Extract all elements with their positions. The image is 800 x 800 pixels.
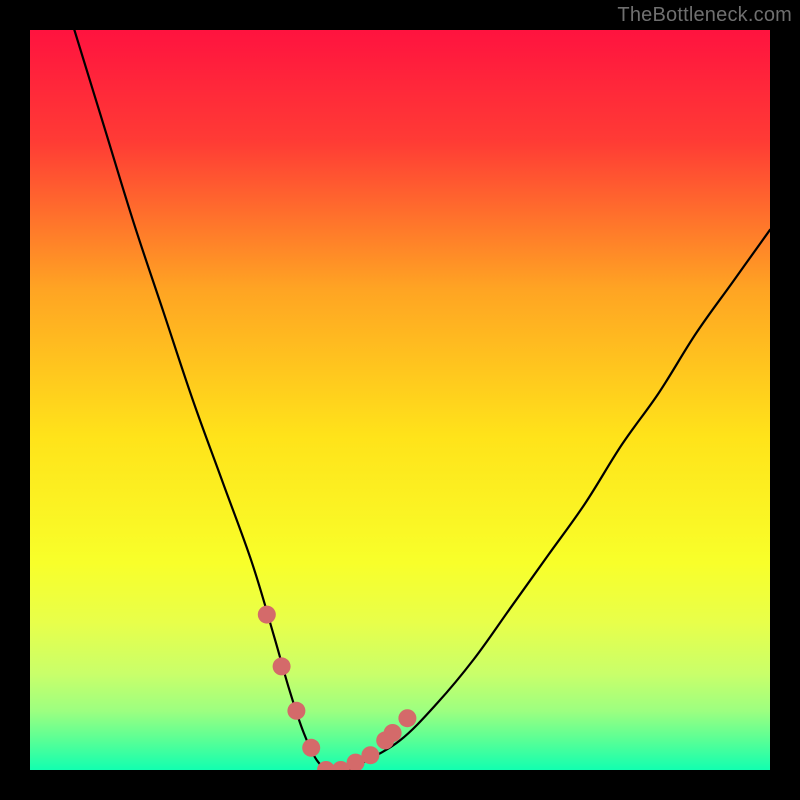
highlighted-points: [258, 606, 417, 770]
watermark-text: TheBottleneck.com: [617, 4, 792, 27]
marker-dot: [361, 746, 379, 764]
marker-dot: [287, 702, 305, 720]
outer-frame: TheBottleneck.com: [0, 0, 800, 800]
marker-dot: [384, 724, 402, 742]
plot-area: [30, 30, 770, 770]
marker-dot: [302, 739, 320, 757]
bottleneck-curve: [74, 30, 770, 770]
marker-dot: [258, 606, 276, 624]
marker-dot: [398, 709, 416, 727]
curve-overlay: [30, 30, 770, 770]
marker-dot: [273, 657, 291, 675]
